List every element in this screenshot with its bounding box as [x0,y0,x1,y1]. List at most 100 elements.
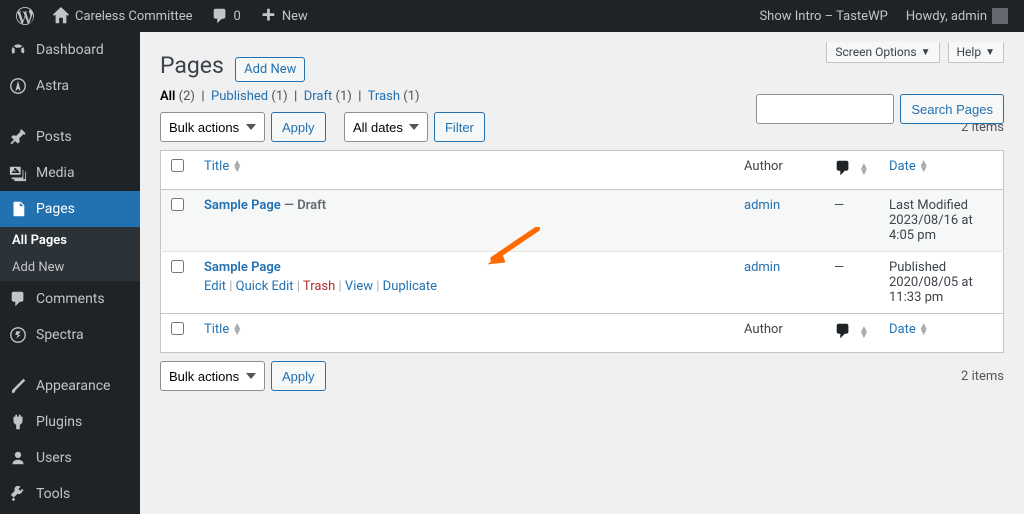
author-link[interactable]: admin [744,260,780,275]
menu-pages[interactable]: Pages [0,191,140,227]
select-all-bottom[interactable] [171,322,184,335]
sort-icon: ▲▼ [232,324,242,336]
sort-icon: ▲▼ [859,327,869,339]
site-name[interactable]: Careless Committee [44,0,201,32]
caret-down-icon: ▼ [921,47,931,58]
col-comments-foot[interactable]: ▲▼ [834,322,869,344]
comments-count: — [824,190,879,252]
filter-draft[interactable]: Draft [304,89,333,104]
filter-all[interactable]: All [160,89,175,104]
col-author: Author [734,151,824,190]
brush-icon [8,376,28,396]
page-heading: Pages [160,52,224,79]
filter-published[interactable]: Published [211,89,268,104]
pages-table: Title▲▼ Author ▲▼ Date▲▼ Sample Page — D… [160,150,1004,353]
new-label: New [282,9,308,24]
wp-logo[interactable] [8,0,42,32]
action-edit[interactable]: Edit [204,279,226,294]
sort-icon: ▲▼ [919,161,929,173]
plus-icon [259,7,277,25]
content-area: Screen Options▼ Help▼ Pages Add New All … [140,32,1024,514]
date-label: Published [889,260,946,275]
table-row: Sample Page — Draft admin — Last Modifie… [161,190,1004,252]
date-value: 2020/08/05 at 11:33 pm [889,275,973,305]
users-icon [8,448,28,468]
screen-options-button[interactable]: Screen Options▼ [826,42,939,63]
comment-bubble-icon [834,159,852,181]
new-content[interactable]: New [251,0,316,32]
comment-bubble-icon [834,322,852,344]
action-quick-edit[interactable]: Quick Edit [236,279,294,294]
menu-astra[interactable]: Astra [0,68,140,104]
help-button[interactable]: Help▼ [948,42,1005,63]
sort-icon: ▲▼ [232,161,242,173]
tools-icon [8,484,28,504]
comment-icon [211,7,229,25]
menu-media[interactable]: Media [0,155,140,191]
plugin-icon [8,412,28,432]
site-title: Careless Committee [75,9,193,24]
col-comments[interactable]: ▲▼ [834,159,869,181]
pin-icon [8,127,28,147]
col-date-foot[interactable]: Date▲▼ [889,322,929,337]
admin-bar: Careless Committee 0 New Show Intro – Ta… [0,0,1024,32]
col-title-foot[interactable]: Title▲▼ [204,322,242,337]
col-title[interactable]: Title▲▼ [204,159,242,174]
action-trash[interactable]: Trash [303,279,335,294]
page-icon [8,199,28,219]
astra-icon [8,76,28,96]
bulk-apply-bottom[interactable]: Apply [271,361,326,391]
submenu-pages: All Pages Add New [0,227,140,281]
howdy: Howdy, admin [906,9,987,24]
admin-menu: Dashboard Astra Posts Media Pages All Pa… [0,32,140,514]
menu-dashboard[interactable]: Dashboard [0,32,140,68]
filter-button[interactable]: Filter [434,112,485,142]
comment-count: 0 [234,9,241,24]
col-author-foot: Author [734,314,824,353]
sort-icon: ▲▼ [919,324,929,336]
caret-down-icon: ▼ [985,47,995,58]
menu-posts[interactable]: Posts [0,119,140,155]
filter-trash[interactable]: Trash [368,89,400,104]
avatar [992,8,1008,24]
date-label: Last Modified [889,198,968,213]
submenu-all-pages[interactable]: All Pages [0,227,140,254]
menu-users[interactable]: Users [0,440,140,476]
table-row: Sample Page Edit | Quick Edit | Trash | … [161,252,1004,314]
bulk-apply-top[interactable]: Apply [271,112,326,142]
row-checkbox[interactable] [171,260,184,273]
wordpress-icon [16,7,34,25]
items-count-bottom: 2 items [961,369,1004,384]
media-icon [8,163,28,183]
col-date[interactable]: Date▲▼ [889,159,929,174]
home-icon [52,7,70,25]
row-title-link[interactable]: Sample Page [204,198,281,213]
submenu-add-new[interactable]: Add New [0,254,140,281]
dashboard-icon [8,40,28,60]
row-title-link[interactable]: Sample Page [204,260,281,275]
search-input[interactable] [756,94,894,124]
action-duplicate[interactable]: Duplicate [383,279,437,294]
comments-icon [8,289,28,309]
comments-link[interactable]: 0 [203,0,249,32]
my-account[interactable]: Howdy, admin [898,0,1016,32]
search-button[interactable]: Search Pages [900,94,1004,124]
row-checkbox[interactable] [171,198,184,211]
author-link[interactable]: admin [744,198,780,213]
menu-plugins[interactable]: Plugins [0,404,140,440]
row-actions: Edit | Quick Edit | Trash | View | Dupli… [204,279,724,294]
post-state: — Draft [281,198,326,213]
menu-appearance[interactable]: Appearance [0,368,140,404]
date-filter-select[interactable]: All dates [344,112,428,142]
menu-spectra[interactable]: Spectra [0,317,140,353]
show-intro[interactable]: Show Intro – TasteWP [751,0,895,32]
menu-comments[interactable]: Comments [0,281,140,317]
add-new-button[interactable]: Add New [235,57,305,82]
menu-tools[interactable]: Tools [0,476,140,512]
action-view[interactable]: View [345,279,373,294]
comments-count: — [824,252,879,314]
select-all-top[interactable] [171,159,184,172]
bulk-action-select-top[interactable]: Bulk actions [160,112,265,142]
bulk-action-select-bottom[interactable]: Bulk actions [160,361,265,391]
date-value: 2023/08/16 at 4:05 pm [889,213,973,243]
